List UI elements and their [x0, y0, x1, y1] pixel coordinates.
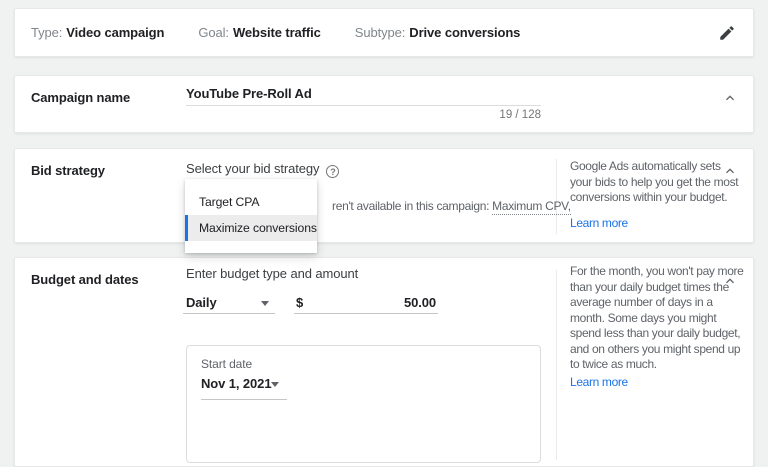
bid-strategy-collapse-button[interactable]: [719, 160, 741, 182]
start-date-label: Start date: [201, 357, 253, 371]
clipped-note-text: ren't available in this campaign:: [332, 199, 490, 213]
bid-strategy-dropdown-menu: Target CPA Maximize conversions: [185, 179, 317, 253]
start-date-select[interactable]: Nov 1, 2021: [201, 376, 272, 391]
bid-strategy-section-label: Bid strategy: [31, 163, 105, 178]
summary-goal-value: Website traffic: [232, 25, 321, 40]
bid-help-panel: Google Ads automatically sets your bids …: [570, 159, 739, 232]
budget-amount-input[interactable]: 50.00: [296, 295, 436, 310]
pencil-icon: [718, 24, 736, 42]
bid-help-text: Google Ads automatically sets your bids …: [570, 159, 739, 204]
campaign-name-char-counter: 19 / 128: [499, 109, 541, 121]
summary-goal-label: Goal:: [198, 25, 229, 40]
campaign-name-input-underline: [186, 105, 541, 106]
budget-collapse-button[interactable]: [719, 270, 741, 292]
start-date-underline: [201, 399, 287, 400]
summary-type-value: Video campaign: [66, 25, 165, 40]
clipped-note-term-link[interactable]: Maximum CPV,: [492, 199, 571, 215]
budget-amount-underline: [294, 313, 438, 314]
budget-field-label: Enter budget type and amount: [186, 266, 359, 281]
question-mark-circle-icon[interactable]: ?: [326, 165, 340, 178]
budget-type-underline: [183, 313, 275, 314]
dropdown-option-target-cpa[interactable]: Target CPA: [185, 189, 317, 215]
summary-subtype-label: Subtype:: [354, 25, 406, 40]
chevron-up-icon: [722, 163, 738, 179]
bid-strategy-section: Bid strategy Select your bid strategy? r…: [14, 148, 754, 243]
summary-items: Type: Video campaign Goal: Website traffic…: [31, 9, 520, 56]
bid-learn-more-link[interactable]: Learn more: [570, 216, 628, 232]
budget-help-text: For the month, you won't pay more than y…: [570, 264, 744, 371]
budget-help-panel: For the month, you won't pay more than y…: [570, 264, 744, 390]
bid-strategy-clipped-note: ren't available in this campaign: Maximum…: [332, 199, 571, 215]
triangle-down-caret-icon[interactable]: [261, 301, 269, 306]
campaign-name-input[interactable]: YouTube Pre-Roll Ad: [186, 86, 312, 101]
edit-campaign-button[interactable]: [715, 21, 739, 45]
campaign-name-collapse-button[interactable]: [719, 87, 741, 109]
summary-goal: Goal: Website traffic: [198, 25, 321, 40]
summary-type-label: Type:: [31, 25, 63, 40]
budget-learn-more-link[interactable]: Learn more: [570, 375, 628, 391]
campaign-summary-bar: Type: Video campaign Goal: Website traffic…: [14, 8, 754, 57]
bid-strategy-field-label-text: Select your bid strategy: [186, 161, 320, 176]
chevron-up-icon: [722, 90, 738, 106]
triangle-down-caret-icon[interactable]: [271, 382, 279, 387]
budget-type-select[interactable]: Daily: [186, 295, 217, 310]
campaign-name-section: Campaign name YouTube Pre-Roll Ad 19 / 1…: [14, 75, 754, 133]
summary-subtype: Subtype: Drive conversions: [355, 25, 521, 40]
budget-and-dates-section: Budget and dates Enter budget type and a…: [14, 257, 754, 467]
bid-help-divider: [556, 159, 557, 234]
campaign-name-section-label: Campaign name: [31, 90, 131, 105]
summary-type: Type: Video campaign: [31, 25, 164, 40]
budget-help-divider: [556, 270, 557, 460]
chevron-up-icon: [722, 273, 738, 289]
summary-subtype-value: Drive conversions: [409, 25, 521, 40]
dropdown-option-maximize-conversions[interactable]: Maximize conversions: [185, 215, 317, 241]
start-date-box: Start date Nov 1, 2021: [186, 345, 541, 463]
budget-section-label: Budget and dates: [31, 272, 139, 287]
bid-strategy-field-label: Select your bid strategy?: [186, 161, 340, 178]
